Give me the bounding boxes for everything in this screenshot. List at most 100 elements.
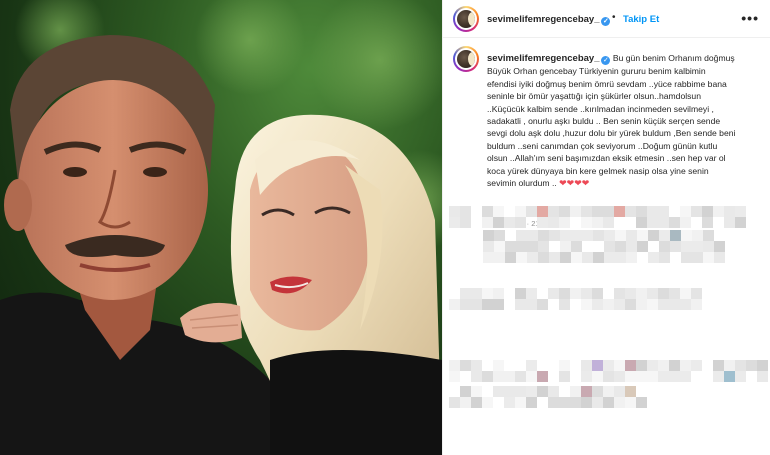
pixel-block (538, 230, 549, 241)
pixel-block (604, 241, 615, 252)
pixel-block (625, 397, 636, 408)
pixel-block (460, 288, 471, 299)
pixel-block (647, 371, 658, 382)
pixel-block (471, 360, 482, 371)
pixel-block (614, 206, 625, 217)
header-username[interactable]: sevimelifemregencebay_ ✓ (487, 14, 611, 26)
pixel-block (703, 230, 714, 241)
pixel-block (515, 371, 526, 382)
pixel-block (504, 386, 515, 397)
pixel-block (548, 397, 559, 408)
pixel-block (669, 299, 680, 310)
pixel-block (626, 252, 637, 263)
pixel-block (460, 206, 471, 217)
caption-text: sevimelifemregencebay_ ✓ Bu gün benim Orh… (487, 52, 759, 189)
pixel-block (581, 360, 592, 371)
pixel-block (592, 386, 603, 397)
pixel-block (703, 252, 714, 263)
pixel-block (549, 230, 560, 241)
pixel-block (449, 299, 460, 310)
pixel-block (559, 299, 570, 310)
pixel-block (735, 206, 746, 217)
pixel-block (493, 386, 504, 397)
pixel-block (537, 206, 548, 217)
pixel-block (592, 206, 603, 217)
pixel-block (614, 371, 625, 382)
caption-line: sevgi dolu aşk dolu ,huzur dolu bir yüre… (487, 128, 736, 139)
pixel-block (592, 288, 603, 299)
pixel-block (692, 252, 703, 263)
pixel-block (527, 230, 538, 241)
pixel-block (537, 386, 548, 397)
caption-verified-badge-icon: ✓ (601, 56, 611, 65)
pixel-block (449, 397, 460, 408)
pixel-block (494, 241, 505, 252)
pixel-block (647, 299, 658, 310)
pixel-block (549, 252, 560, 263)
pixel-block (658, 371, 669, 382)
pixel-block (691, 360, 702, 371)
pixel-block (593, 252, 604, 263)
pixel-block (636, 299, 647, 310)
caption-line: sevimin olurdum .. (487, 178, 557, 189)
pixel-block (714, 252, 725, 263)
caption-avatar-icon[interactable] (453, 46, 479, 72)
pixel-block (647, 360, 658, 371)
pixel-block (724, 206, 735, 217)
pixel-block (527, 252, 538, 263)
pixel-block (626, 230, 637, 241)
pixel-block (504, 217, 515, 228)
pixel-block (571, 241, 582, 252)
pixel-block (460, 360, 471, 371)
pixel-block (515, 288, 526, 299)
pixel-block (713, 206, 724, 217)
pixel-block (482, 217, 493, 228)
pixel-block (483, 252, 494, 263)
pixel-block (625, 288, 636, 299)
profile-avatar-icon[interactable] (453, 6, 479, 32)
pixel-block (681, 230, 692, 241)
pixel-block (636, 288, 647, 299)
pixel-block (647, 288, 658, 299)
pixel-block (603, 299, 614, 310)
caption-line: olsun ..Allah'ım seni başımızdan eksik e… (487, 153, 726, 164)
pixel-block (746, 360, 757, 371)
pixel-block (493, 288, 504, 299)
pixel-block (581, 217, 592, 228)
pixel-block (526, 299, 537, 310)
pixel-block (592, 299, 603, 310)
pixel-block (680, 217, 691, 228)
pixel-block (702, 206, 713, 217)
pixel-block (515, 299, 526, 310)
header-username-text[interactable]: sevimelifemregencebay_ (487, 14, 599, 25)
pixel-block (735, 217, 746, 228)
pixel-block (680, 360, 691, 371)
more-options-icon[interactable]: ••• (741, 10, 759, 26)
pixel-block (614, 299, 625, 310)
pixel-block (516, 241, 527, 252)
pixel-block (680, 206, 691, 217)
pixel-block (648, 252, 659, 263)
pixel-block (658, 299, 669, 310)
caption-line: Büyük Orhan gencebay Türkiyenin gururu b… (487, 66, 706, 77)
pixel-block (659, 230, 670, 241)
pixel-block (505, 241, 516, 252)
pixel-block (647, 206, 658, 217)
pixel-block (581, 206, 592, 217)
pixel-block (582, 252, 593, 263)
pixel-block (537, 299, 548, 310)
pixel-block (483, 241, 494, 252)
pixel-block (460, 299, 471, 310)
post-header: sevimelifemregencebay_ ✓ • Takip Et ••• (443, 0, 770, 38)
pixel-block (548, 217, 559, 228)
pixel-block (669, 371, 680, 382)
pixel-block (658, 360, 669, 371)
pixel-block (681, 252, 692, 263)
pixel-block (636, 206, 647, 217)
follow-button[interactable]: Takip Et (623, 14, 659, 25)
pixel-block (493, 217, 504, 228)
caption-username[interactable]: sevimelifemregencebay_ (487, 53, 599, 64)
pixel-block (570, 206, 581, 217)
pixel-block (559, 360, 570, 371)
pixel-block (669, 288, 680, 299)
